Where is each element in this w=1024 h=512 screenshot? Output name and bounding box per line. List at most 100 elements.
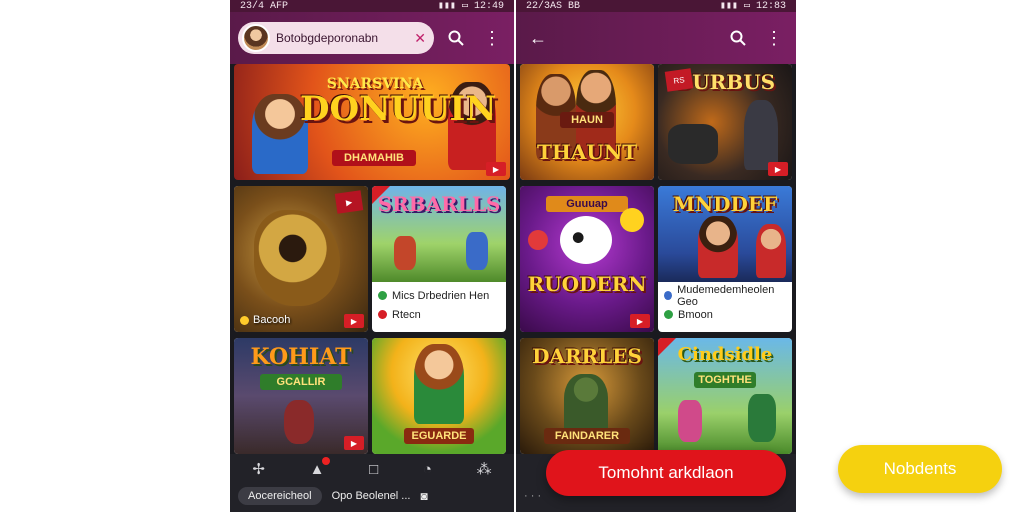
status-clock: 12:49: [473, 0, 504, 12]
game-tile[interactable]: ▶ Bacooh ▶: [234, 186, 368, 332]
panda-figure: [560, 216, 612, 264]
tile-meta-line1: Mics Drbedrien Hen: [392, 289, 490, 302]
notification-dot: [322, 456, 331, 465]
game-tile[interactable]: Guuuap RUODERN ▶: [520, 186, 654, 332]
status-bar: 23/4 AFP ▮▮▮ ▭ 12:49: [230, 0, 514, 12]
badge: ▶: [768, 162, 788, 176]
tile-subtitle: HAUN: [560, 112, 614, 128]
primary-cta-button[interactable]: Tomohnt arkdlaon: [546, 450, 786, 496]
status-time: 23/4 AFP: [240, 0, 289, 12]
app-icon: [378, 291, 387, 300]
search-icon[interactable]: [724, 24, 752, 52]
game-tile[interactable]: KOHIAT GCALLIR ▶: [234, 338, 368, 454]
close-icon[interactable]: ✕: [414, 30, 426, 47]
tile-meta-line2: Rtecn: [392, 308, 421, 321]
character-figure: [564, 374, 608, 434]
app-icon: [378, 310, 387, 319]
corner-badge: RS: [664, 68, 694, 92]
status-time: 22/3AS BB: [526, 0, 581, 12]
nav-text[interactable]: Opo Beolenel ...: [332, 490, 411, 502]
tile-meta: Mics Drbedrien Hen Rtecn: [372, 282, 506, 328]
game-tile[interactable]: EGUARDE: [372, 338, 506, 454]
tile-title: KOHIAT: [250, 344, 352, 370]
character-figure: [394, 236, 416, 270]
more-vert-icon[interactable]: ⋮: [760, 24, 788, 52]
tree-icon[interactable]: ⁂: [477, 460, 492, 478]
character-figure: [744, 100, 778, 170]
tile-title: DARRLES: [532, 344, 642, 368]
ball-figure: [620, 208, 644, 232]
banner-card[interactable]: SNARSVINA DONUUIN DHAMAHIB ▶: [234, 64, 510, 180]
clock-icon[interactable]: ◔: [423, 461, 432, 478]
status-clock: 12:83: [755, 0, 786, 12]
hero-figure: [414, 344, 464, 424]
app-icon: [664, 291, 673, 300]
banner-strip: DHAMAHIB: [332, 150, 416, 166]
tile-title: SRBARLLS: [377, 192, 501, 216]
tile-subtitle: GCALLIR: [260, 374, 342, 390]
app-bar: Botobgdeporonabn ✕ ⋮: [230, 12, 514, 64]
game-tile[interactable]: Cindsidle TOGHTHE: [658, 338, 792, 454]
tile-caption-text: Bacooh: [253, 314, 291, 326]
chat-icon[interactable]: ◙: [420, 489, 427, 503]
search-chip[interactable]: Botobgdeporonabn ✕: [238, 22, 434, 54]
tile-meta-line1: Mudemedemheolen Geo: [677, 283, 775, 308]
phone-right: 22/3AS BB ▮▮▮ ▭ 12:83 ← ⋮ HAUN THAUNT DU…: [516, 0, 796, 512]
game-tile[interactable]: DURBUS RS ▶: [658, 64, 792, 180]
stage: 23/4 AFP ▮▮▮ ▭ 12:49 Botobgdeporonabn ✕ …: [0, 0, 1024, 512]
phone-left: 23/4 AFP ▮▮▮ ▭ 12:49 Botobgdeporonabn ✕ …: [230, 0, 514, 512]
pin-icon[interactable]: ✢: [252, 460, 265, 478]
badge: ▶: [344, 436, 364, 450]
badge: ▶: [630, 314, 650, 328]
signal-icon: ▮▮▮: [719, 1, 738, 12]
badge: ▶: [486, 162, 506, 176]
character-figure: [284, 400, 314, 444]
banner-title: DONUUIN: [300, 89, 497, 129]
more-vert-icon[interactable]: ⋮: [478, 24, 506, 52]
status-right: ▮▮▮ ▭ 12:49: [437, 0, 504, 13]
tile-meta-line2: Bmoon: [678, 308, 713, 321]
square-icon[interactable]: □: [369, 461, 378, 478]
tile-title: THAUNT: [537, 140, 637, 164]
content-feed: HAUN THAUNT DURBUS RS ▶ Guuuap RUODERN ▶…: [520, 64, 792, 454]
tile-strip: EGUARDE: [404, 428, 474, 444]
status-bar: 22/3AS BB ▮▮▮ ▭ 12:83: [516, 0, 796, 12]
bottom-nav: ✢ ▲ □ ◔ ⁂ Aocereicheol Opo Beolenel ... …: [230, 454, 514, 512]
game-tile[interactable]: DARRLES FAINDARER: [520, 338, 654, 454]
tile-subtitle: TOGHTHE: [694, 372, 756, 388]
character-figure: [698, 216, 738, 278]
content-feed: SNARSVINA DONUUIN DHAMAHIB ▶ ▶ Bacooh ▶: [234, 64, 510, 454]
app-bar: ← ⋮: [516, 12, 796, 64]
status-right: ▮▮▮ ▭ 12:83: [719, 0, 786, 13]
app-icon: [240, 315, 249, 325]
character-figure: [756, 224, 786, 278]
creature-figure: [254, 210, 340, 306]
avatar[interactable]: [242, 24, 270, 52]
ball-figure: [528, 230, 548, 250]
motorbike-figure: [668, 124, 718, 164]
battery-icon: ▭: [461, 1, 468, 12]
tile-title: RUODERN: [527, 272, 647, 296]
game-tile[interactable]: HAUN THAUNT: [520, 64, 654, 180]
character-figure: [748, 394, 776, 442]
game-tile[interactable]: MNDDEF Mudemedemheolen Geo Bmoon: [658, 186, 792, 332]
tile-caption: Bacooh: [240, 314, 290, 326]
corner-badge: ▶: [334, 190, 364, 214]
signal-icon: ▮▮▮: [437, 1, 456, 12]
app-icon: [664, 310, 673, 319]
tile-subtitle: Guuuap: [546, 196, 628, 212]
character-figure: [678, 400, 702, 442]
nav-text[interactable]: · · ·: [524, 490, 541, 502]
character-figure: [466, 232, 488, 270]
search-icon[interactable]: [442, 24, 470, 52]
tile-title: Cindsidle: [677, 344, 773, 365]
back-arrow-icon[interactable]: ←: [524, 24, 552, 52]
search-chip-text: Botobgdeporonabn: [276, 31, 379, 45]
rocket-icon[interactable]: ▲: [310, 456, 331, 478]
nav-pill[interactable]: Aocereicheol: [238, 487, 322, 505]
tile-meta: Mudemedemheolen Geo Bmoon: [658, 282, 792, 328]
game-tile[interactable]: SRBARLLS Mics Drbedrien Hen Rtecn: [372, 186, 506, 332]
tile-title: MNDDEF: [672, 192, 778, 216]
tile-strip: FAINDARER: [544, 428, 630, 444]
secondary-cta-button[interactable]: Nobdents: [838, 445, 1002, 493]
